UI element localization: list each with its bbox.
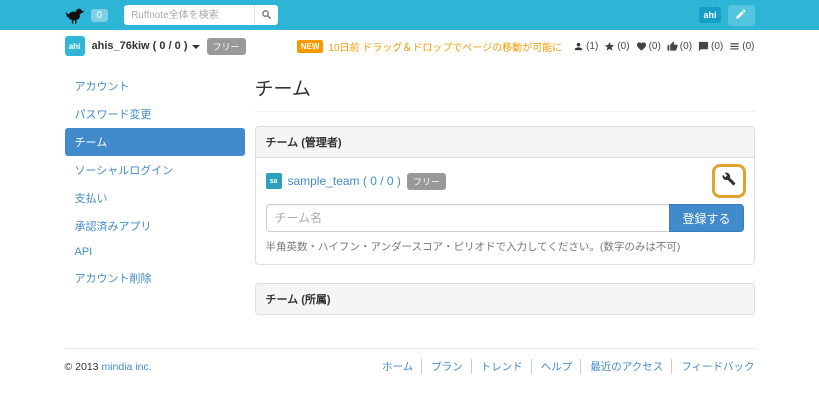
sidebar-item-payment[interactable]: 支払い (65, 184, 245, 212)
bird-logo-icon[interactable] (65, 7, 85, 24)
chevron-down-icon (192, 45, 200, 49)
stat-count: (0) (649, 41, 661, 52)
stat-count: (0) (711, 41, 723, 52)
footer-link-home[interactable]: ホーム (382, 359, 413, 374)
news-link[interactable]: 10日前 ドラッグ＆ドロップでページの移動が可能に (328, 39, 562, 54)
admin-panel-header: チーム (管理者) (256, 127, 754, 158)
team-settings-button[interactable] (718, 169, 740, 193)
user-avatar[interactable]: ahi (65, 36, 85, 56)
stat-members[interactable]: (1) (573, 41, 598, 52)
page-footer: © 2013 mindia inc. ホーム プラン トレンド ヘルプ 最近のア… (65, 348, 755, 401)
stat-count: (0) (742, 41, 754, 52)
sidebar-item-delete-account[interactable]: アカウント削除 (65, 264, 245, 292)
stat-stars[interactable]: (0) (604, 41, 629, 52)
stat-count: (1) (586, 41, 598, 52)
person-icon (573, 41, 584, 52)
sidebar-item-authorized-apps[interactable]: 承認済みアプリ (65, 212, 245, 240)
search-input[interactable] (124, 5, 254, 25)
user-info-bar: ahi ahis_76kiw ( 0 / 0 ) フリー NEW 10日前 ドラ… (0, 30, 819, 62)
site-search (124, 5, 278, 25)
list-icon (729, 41, 740, 52)
pencil-icon (735, 8, 747, 23)
member-team-panel: チーム (所属) (255, 283, 755, 315)
plan-badge: フリー (207, 38, 246, 55)
sidebar-item-account[interactable]: アカウント (65, 72, 245, 100)
team-plan-badge: フリー (407, 173, 446, 190)
create-team-form: 登録する (266, 204, 744, 232)
register-team-button[interactable]: 登録する (669, 204, 743, 232)
member-panel-header: チーム (所属) (256, 284, 754, 314)
stat-count: (0) (680, 41, 692, 52)
copyright-text: © 2013 (65, 361, 99, 373)
stat-thumbs[interactable]: (0) (667, 41, 692, 52)
team-avatar[interactable]: sa (266, 173, 282, 189)
username-dropdown[interactable]: ahis_76kiw ( 0 / 0 ) (92, 40, 200, 52)
stat-hearts[interactable]: (0) (636, 41, 661, 52)
stat-count: (0) (617, 41, 629, 52)
stat-lists[interactable]: (0) (729, 41, 754, 52)
admin-team-panel: チーム (管理者) sa sample_team ( 0 / 0 ) フリー (255, 126, 755, 265)
sidebar-item-api[interactable]: API (65, 240, 245, 264)
team-row: sa sample_team ( 0 / 0 ) フリー (266, 168, 744, 194)
team-name-help-text: 半角英数・ハイフン・アンダースコア・ピリオドで入力してください。(数字のみは不可… (266, 239, 744, 254)
footer-link-trend[interactable]: トレンド (471, 359, 523, 374)
news-new-badge: NEW (297, 40, 324, 53)
page-title: チーム (255, 72, 755, 112)
search-button[interactable] (254, 5, 278, 25)
footer-link-help[interactable]: ヘルプ (531, 359, 573, 374)
notification-count-badge[interactable]: 0 (91, 9, 109, 22)
stat-comments[interactable]: (0) (698, 41, 723, 52)
user-stats: (1) (0) (0) (573, 41, 754, 52)
username-label: ahis_76kiw ( 0 / 0 ) (92, 40, 188, 52)
star-icon (604, 41, 615, 52)
footer-links: ホーム プラン トレンド ヘルプ 最近のアクセス フィードバック (382, 359, 754, 374)
comment-icon (698, 41, 709, 52)
team-name-link[interactable]: sample_team ( 0 / 0 ) (288, 174, 401, 188)
team-name-input[interactable] (266, 204, 671, 232)
settings-sidebar: アカウント パスワード変更 チーム ソーシャルログイン 支払い 承認済みアプリ … (65, 72, 245, 322)
new-page-button[interactable] (728, 5, 755, 26)
thumbs-up-icon (667, 41, 678, 52)
wrench-icon (722, 172, 736, 191)
mindia-link[interactable]: mindia inc. (101, 361, 151, 373)
copyright: © 2013 mindia inc. (65, 361, 152, 373)
sidebar-item-password[interactable]: パスワード変更 (65, 100, 245, 128)
footer-link-plan[interactable]: プラン (421, 359, 463, 374)
top-navbar: 0 ahi (0, 0, 819, 30)
footer-link-recent-access[interactable]: 最近のアクセス (580, 359, 663, 374)
sidebar-item-team[interactable]: チーム (65, 128, 245, 156)
heart-icon (636, 41, 647, 52)
user-chip[interactable]: ahi (699, 7, 720, 23)
footer-link-feedback[interactable]: フィードバック (671, 359, 754, 374)
search-icon (261, 8, 272, 23)
sidebar-item-social-login[interactable]: ソーシャルログイン (65, 156, 245, 184)
